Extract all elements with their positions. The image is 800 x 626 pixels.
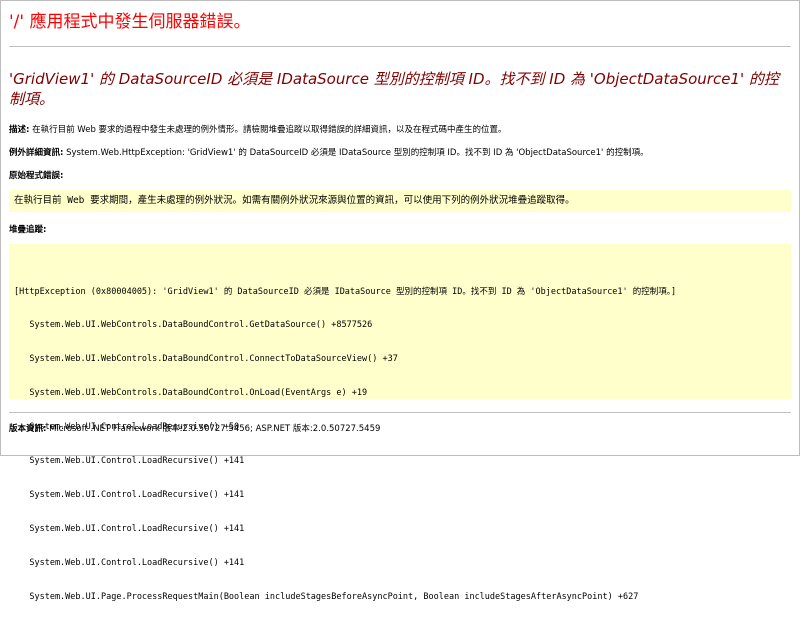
stack-trace-line: System.Web.UI.Page.ProcessRequestMain(Bo… [14, 591, 639, 602]
stack-trace-label: 堆疊追蹤: [9, 225, 47, 235]
exception-details-text: System.Web.HttpException: 'GridView1' 的 … [63, 148, 649, 158]
stack-trace-text: [HttpException (0x80004005): 'GridView1'… [14, 264, 676, 626]
footer-divider [9, 412, 791, 413]
stack-trace-line: [HttpException (0x80004005): 'GridView1'… [14, 286, 677, 297]
stack-trace-line: System.Web.UI.WebControls.DataBoundContr… [14, 320, 373, 331]
stack-trace-line: System.Web.UI.Control.LoadRecursive() +1… [14, 557, 245, 568]
source-error-label: 原始程式錯誤: [9, 171, 64, 181]
title-divider [9, 46, 791, 47]
exception-details-label: 例外詳細資訊: [9, 148, 64, 158]
stack-trace-line: System.Web.UI.Control.LoadRecursive() +1… [14, 456, 245, 467]
stack-trace-box: [HttpException (0x80004005): 'GridView1'… [9, 244, 791, 602]
source-error-text: 在執行目前 Web 要求期間，產生未處理的例外狀況。如需有關例外狀況來源與位置的… [14, 195, 575, 206]
description-line: 描述: 在執行目前 Web 要求的過程中發生未處理的例外情形。請檢閱堆疊追蹤以取… [9, 124, 507, 136]
description-text: 在執行目前 Web 要求的過程中發生未處理的例外情形。請檢閱堆疊追蹤以取得錯誤的… [29, 125, 507, 135]
version-info-line: 版本資訊: Microsoft .NET Framework 版本:2.0.50… [9, 423, 380, 435]
stack-trace-line: System.Web.UI.Control.LoadRecursive() +1… [14, 523, 245, 534]
description-label: 描述: [9, 125, 30, 135]
version-info-label: 版本資訊: [9, 424, 47, 434]
stack-trace-line: System.Web.UI.Control.LoadRecursive() +1… [14, 489, 245, 500]
server-error-title: '/' 應用程式中發生伺服器錯誤。 [9, 12, 251, 32]
stack-trace-line: System.Web.UI.WebControls.DataBoundContr… [14, 388, 368, 399]
version-info-text: Microsoft .NET Framework 版本:2.0.50727.54… [46, 424, 381, 434]
stack-trace-line: System.Web.UI.WebControls.DataBoundContr… [14, 354, 398, 365]
error-page: '/' 應用程式中發生伺服器錯誤。 'GridView1' 的 DataSour… [1, 1, 799, 602]
source-error-box: 在執行目前 Web 要求期間，產生未處理的例外狀況。如需有關例外狀況來源與位置的… [9, 190, 791, 212]
error-message-title: 'GridView1' 的 DataSourceID 必須是 IDataSour… [9, 70, 779, 108]
exception-details-line: 例外詳細資訊: System.Web.HttpException: 'GridV… [9, 147, 649, 159]
